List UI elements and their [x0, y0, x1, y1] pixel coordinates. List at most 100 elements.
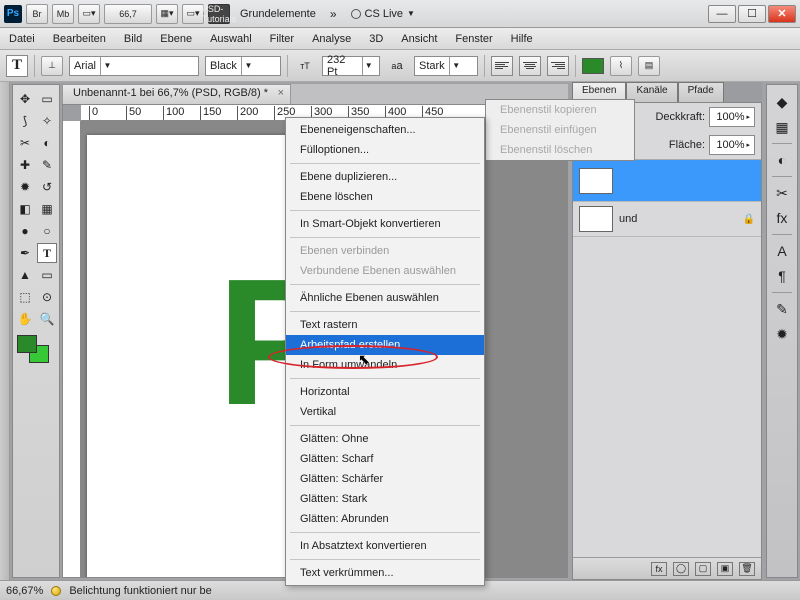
screenmode-button[interactable]: ▭▾ — [78, 4, 100, 24]
menuitem[interactable]: Glätten: Stark — [286, 489, 484, 509]
minibridge-button[interactable]: Mb — [52, 4, 74, 24]
warp-text-button[interactable]: ⌇ — [610, 56, 632, 76]
extras-button[interactable]: ▭▾ — [182, 4, 204, 24]
styles-panel-icon[interactable]: fx — [771, 207, 793, 229]
menu-3d[interactable]: 3D — [360, 28, 392, 50]
font-weight-select[interactable]: Black ▼ — [205, 56, 281, 76]
stamp-tool[interactable]: ✹ — [15, 177, 35, 197]
menu-hilfe[interactable]: Hilfe — [502, 28, 542, 50]
menuitem[interactable]: Glätten: Schärfer — [286, 469, 484, 489]
hand-tool[interactable]: ✋ — [15, 309, 35, 329]
close-icon[interactable]: × — [278, 87, 284, 99]
opacity-input[interactable]: 100%▸ — [709, 107, 755, 127]
maximize-button[interactable]: ☐ — [738, 5, 766, 23]
tab-pfade[interactable]: Pfade — [678, 82, 724, 102]
crop-tool[interactable]: ✂ — [15, 133, 35, 153]
adjustments-panel-icon[interactable]: ◐ — [771, 149, 793, 171]
workspace-grundelemente[interactable]: Grundelemente — [234, 8, 322, 20]
menuitem[interactable]: In Form umwandeln — [286, 355, 484, 375]
menu-auswahl[interactable]: Auswahl — [201, 28, 261, 50]
arrange-button[interactable]: ▦▾ — [156, 4, 178, 24]
menuitem[interactable]: Arbeitspfad erstellen — [286, 335, 484, 355]
bridge-button[interactable]: Br — [26, 4, 48, 24]
cs-live[interactable]: CS Live ▼ — [345, 8, 421, 20]
layer-row[interactable]: und 🔒 — [573, 202, 761, 237]
trash-button[interactable]: 🗑 — [739, 562, 755, 576]
status-zoom[interactable]: 66,67% — [6, 585, 43, 597]
character-panel-button[interactable]: ▤ — [638, 56, 660, 76]
dodge-tool[interactable]: ○ — [37, 221, 57, 241]
color-panel-icon[interactable]: ◆ — [771, 91, 793, 113]
path-select-tool[interactable]: ▲ — [15, 265, 35, 285]
move-tool[interactable]: ✥ — [15, 89, 35, 109]
character-panel-icon[interactable]: A — [771, 240, 793, 262]
menuitem[interactable]: Ebene löschen — [286, 187, 484, 207]
fill-input[interactable]: 100%▸ — [709, 135, 755, 155]
menuitem[interactable]: Horizontal — [286, 382, 484, 402]
menuitem[interactable]: Fülloptionen... — [286, 140, 484, 160]
menu-analyse[interactable]: Analyse — [303, 28, 360, 50]
brush-tool[interactable]: ✎ — [37, 155, 57, 175]
eyedropper-tool[interactable]: ◐ — [37, 133, 57, 153]
folder-button[interactable]: ▢ — [695, 562, 711, 576]
3d-camera-tool[interactable]: ⊙ — [37, 287, 57, 307]
gradient-tool[interactable]: ▦ — [37, 199, 57, 219]
history-brush-tool[interactable]: ↺ — [37, 177, 57, 197]
swatches-panel-icon[interactable]: ▦ — [771, 116, 793, 138]
clone-panel-icon[interactable]: ✹ — [771, 323, 793, 345]
menu-ansicht[interactable]: Ansicht — [392, 28, 446, 50]
eraser-tool[interactable]: ◧ — [15, 199, 35, 219]
marquee-tool[interactable]: ▭ — [37, 89, 57, 109]
pen-tool[interactable]: ✒ — [15, 243, 35, 263]
menuitem[interactable]: Ebene duplizieren... — [286, 167, 484, 187]
mask-button[interactable]: ◯ — [673, 562, 689, 576]
brush-panel-icon[interactable]: ✎ — [771, 298, 793, 320]
menu-bild[interactable]: Bild — [115, 28, 151, 50]
minimize-button[interactable]: — — [708, 5, 736, 23]
menu-bearbeiten[interactable]: Bearbeiten — [44, 28, 115, 50]
blur-tool[interactable]: ● — [15, 221, 35, 241]
workspace-more[interactable]: » — [326, 7, 341, 21]
left-dock-edge[interactable] — [0, 82, 10, 580]
align-right-button[interactable] — [547, 56, 569, 76]
color-swatches[interactable] — [15, 335, 57, 367]
menuitem[interactable]: Ähnliche Ebenen auswählen — [286, 288, 484, 308]
layer-row[interactable] — [573, 160, 761, 202]
align-center-button[interactable] — [519, 56, 541, 76]
document-tab[interactable]: Unbenannt-1 bei 66,7% (PSD, RGB/8) * × — [62, 84, 291, 104]
menuitem[interactable]: Glätten: Ohne — [286, 429, 484, 449]
antialias-select[interactable]: Stark ▼ — [414, 56, 478, 76]
menu-datei[interactable]: Datei — [0, 28, 44, 50]
menu-fenster[interactable]: Fenster — [446, 28, 501, 50]
shape-tool[interactable]: ▭ — [37, 265, 57, 285]
zoom-label[interactable]: 66,7 — [104, 4, 152, 24]
text-orientation-button[interactable]: ⊥ — [41, 56, 63, 76]
3d-tool[interactable]: ⬚ — [15, 287, 35, 307]
text-tool[interactable]: T — [37, 243, 57, 263]
menuitem[interactable]: Vertikal — [286, 402, 484, 422]
menuitem[interactable]: Glätten: Scharf — [286, 449, 484, 469]
align-left-button[interactable] — [491, 56, 513, 76]
menu-filter[interactable]: Filter — [261, 28, 303, 50]
text-color-swatch[interactable] — [582, 58, 604, 74]
menuitem[interactable]: Glätten: Abrunden — [286, 509, 484, 529]
foreground-color[interactable] — [17, 335, 37, 353]
current-tool-icon[interactable]: T — [6, 55, 28, 77]
fx-button[interactable]: fx — [651, 562, 667, 576]
zoom-tool[interactable]: 🔍 — [37, 309, 57, 329]
menuitem[interactable]: Ebeneneigenschaften... — [286, 120, 484, 140]
masks-panel-icon[interactable]: ✂ — [771, 182, 793, 204]
menuitem[interactable]: Text rastern — [286, 315, 484, 335]
close-button[interactable]: ✕ — [768, 5, 796, 23]
menuitem[interactable]: In Smart-Objekt konvertieren — [286, 214, 484, 234]
wand-tool[interactable]: ✧ — [37, 111, 57, 131]
menuitem[interactable]: Text verkrümmen... — [286, 563, 484, 583]
workspace-psd-tutorials[interactable]: PSD-Tutorials — [208, 4, 230, 24]
paragraph-panel-icon[interactable]: ¶ — [771, 265, 793, 287]
lasso-tool[interactable]: ⟆ — [15, 111, 35, 131]
font-size-select[interactable]: 232 Pt ▼ — [322, 56, 380, 76]
font-family-select[interactable]: Arial ▼ — [69, 56, 199, 76]
menuitem[interactable]: In Absatztext konvertieren — [286, 536, 484, 556]
heal-tool[interactable]: ✚ — [15, 155, 35, 175]
new-layer-button[interactable]: ▣ — [717, 562, 733, 576]
